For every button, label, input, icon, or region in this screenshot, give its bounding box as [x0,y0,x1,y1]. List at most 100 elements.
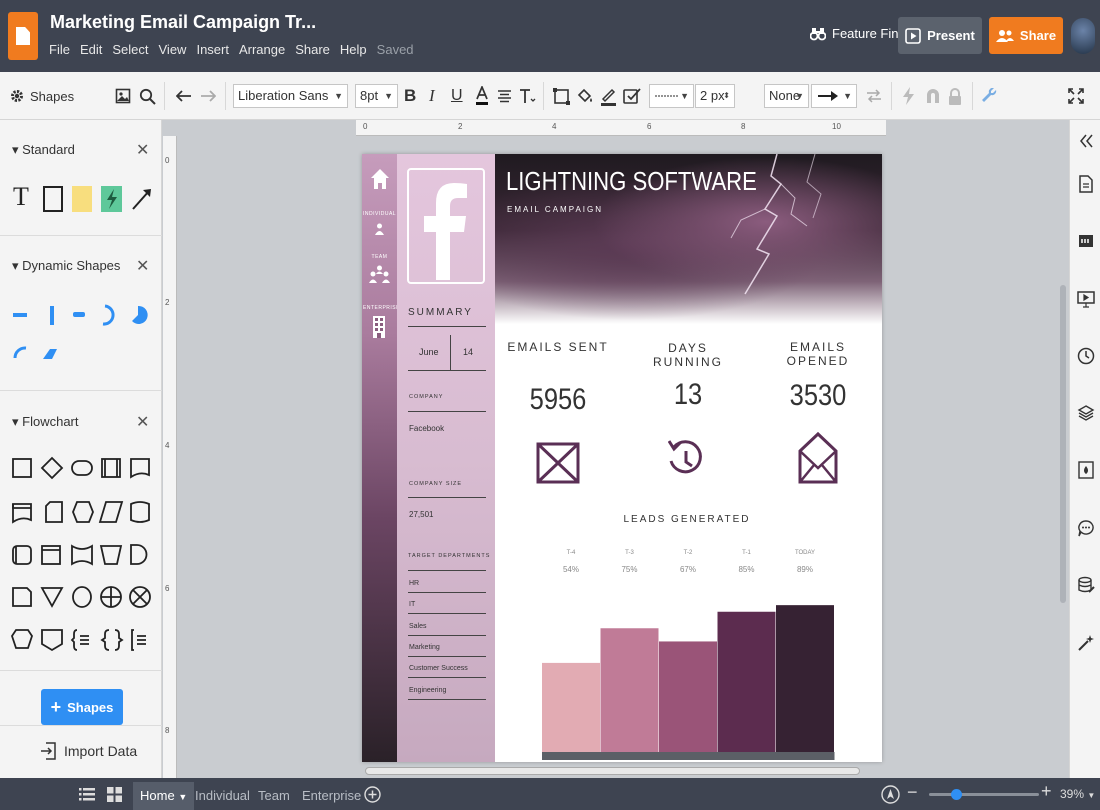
zoom-slider-handle[interactable] [951,789,962,800]
nav-team-label[interactable]: TEAM [363,254,396,260]
underline-button[interactable]: U [451,72,463,120]
user-avatar[interactable] [1071,18,1095,54]
zoom-out-button[interactable]: − [907,782,918,803]
text-options-icon[interactable] [519,72,536,120]
feature-find-button[interactable]: Feature Find [810,26,906,41]
menu-bar: File Edit Select View Insert Arrange Sha… [49,42,424,57]
menu-select[interactable]: Select [112,42,148,57]
section-flowchart[interactable]: ▾ Flowchart [12,414,79,430]
company-size-value: 27,501 [409,510,434,519]
chart-bar [600,628,659,752]
rectangle-shape-icon[interactable] [43,186,63,212]
magic-wand-icon[interactable] [1077,634,1095,652]
bold-button[interactable]: B [404,72,416,120]
grid-view-icon[interactable] [107,787,122,802]
section-standard[interactable]: ▾ Standard [12,142,75,158]
add-shapes-button[interactable]: + Shapes [41,689,123,725]
align-icon[interactable] [497,72,512,120]
present-button[interactable]: Present [898,17,982,54]
presentation-icon[interactable] [1077,290,1095,308]
sticky-note-icon[interactable] [72,186,92,212]
style-options-icon[interactable] [623,72,642,120]
database-icon[interactable] [1077,576,1095,594]
page-icon[interactable] [1077,175,1095,193]
line-width-value: 2 px [700,88,725,103]
tab-team[interactable]: Team [251,782,297,810]
diagram-canvas[interactable]: 0 2 4 6 8 10 0 2 4 6 8 INDIVIDUAL TEAM E… [163,120,1069,778]
menu-help[interactable]: Help [340,42,367,57]
collapse-panel-icon[interactable] [1077,132,1095,150]
list-view-icon[interactable] [79,787,95,802]
line-color-icon[interactable] [600,72,617,120]
comment-quote-icon[interactable] [1077,232,1095,250]
magnet-icon[interactable] [925,72,941,120]
action-shape-icon[interactable] [101,186,122,212]
app-logo-icon[interactable] [8,12,38,60]
flowchart-shapes-grid[interactable] [10,456,155,652]
horizontal-scrollbar[interactable] [365,767,860,775]
chat-icon[interactable] [1077,519,1095,537]
close-standard-icon[interactable]: ✕ [136,140,149,160]
team-icon [369,265,390,283]
nav-enterprise-label[interactable]: ENTERPRISE [363,305,399,311]
tab-individual[interactable]: Individual [188,782,257,810]
history-icon[interactable] [1077,347,1095,365]
zoom-in-button[interactable]: + [1041,781,1052,802]
swap-arrows-icon[interactable] [866,72,882,120]
font-family-select[interactable]: Liberation Sans ▼ [233,84,348,108]
tab-home[interactable]: Home ▼ [133,782,195,810]
chart-category-label: TODAY [795,550,815,556]
menu-insert[interactable]: Insert [196,42,229,57]
italic-button[interactable]: I [429,72,435,120]
plus-icon: + [50,697,62,717]
department-item: Customer Success [409,665,468,672]
lightning-icon[interactable] [902,72,915,120]
arrow-line-icon[interactable] [131,187,153,210]
document-page[interactable]: INDIVIDUAL TEAM ENTERPRISE SUMMARY June … [362,154,882,762]
text-color-icon[interactable] [475,72,489,120]
fullscreen-icon[interactable] [1068,72,1084,120]
text-shape-icon[interactable]: T [13,184,35,210]
import-data-button[interactable]: Import Data [40,742,137,760]
menu-share[interactable]: Share [295,42,330,57]
lock-icon[interactable] [948,72,962,120]
theme-drop-icon[interactable] [1077,461,1095,479]
menu-file[interactable]: File [49,42,70,57]
image-icon[interactable] [115,72,131,120]
search-icon[interactable] [139,72,156,120]
home-icon[interactable] [370,168,390,190]
menu-edit[interactable]: Edit [80,42,102,57]
share-button[interactable]: Share [989,17,1063,54]
dynamic-shapes-grid[interactable] [10,302,160,362]
zoom-slider[interactable] [929,789,1039,800]
fill-color-icon[interactable] [576,72,594,120]
ruler-top-label: 4 [552,122,557,131]
vertical-scrollbar[interactable] [1060,285,1066,603]
section-dynamic-shapes[interactable]: ▾ Dynamic Shapes [12,258,120,274]
close-dynamic-icon[interactable]: ✕ [136,256,149,276]
nav-individual-label[interactable]: INDIVIDUAL [363,211,396,217]
arrow-start-select[interactable]: None ▼ [764,84,809,108]
shape-border-icon[interactable] [553,72,570,120]
font-size-select[interactable]: 8pt ▼ [355,84,398,108]
arrow-end-select[interactable]: ▼ [811,84,857,108]
line-width-select[interactable]: 2 px ⬍ [695,84,735,108]
line-style-select[interactable]: ▼ [649,84,694,108]
company-value: Facebook [409,424,445,433]
ruler-top-label: 10 [832,122,841,131]
layers-icon[interactable] [1077,404,1095,422]
add-page-icon[interactable] [364,786,381,803]
menu-view[interactable]: View [159,42,187,57]
import-data-label: Import Data [64,743,138,759]
wrench-icon[interactable] [982,72,998,120]
menu-arrange[interactable]: Arrange [239,42,285,57]
close-flowchart-icon[interactable]: ✕ [136,412,149,432]
brand-title: LIGHTNING SOFTWARE [506,166,757,196]
tab-enterprise[interactable]: Enterprise [295,782,368,810]
summary-title: SUMMARY [408,307,473,318]
navigation-icon[interactable] [881,785,900,804]
zoom-level[interactable]: 39% ▼ [1060,787,1095,801]
undo-icon[interactable] [176,72,192,120]
redo-icon[interactable] [200,72,216,120]
document-title[interactable]: Marketing Email Campaign Tr... [50,12,316,33]
